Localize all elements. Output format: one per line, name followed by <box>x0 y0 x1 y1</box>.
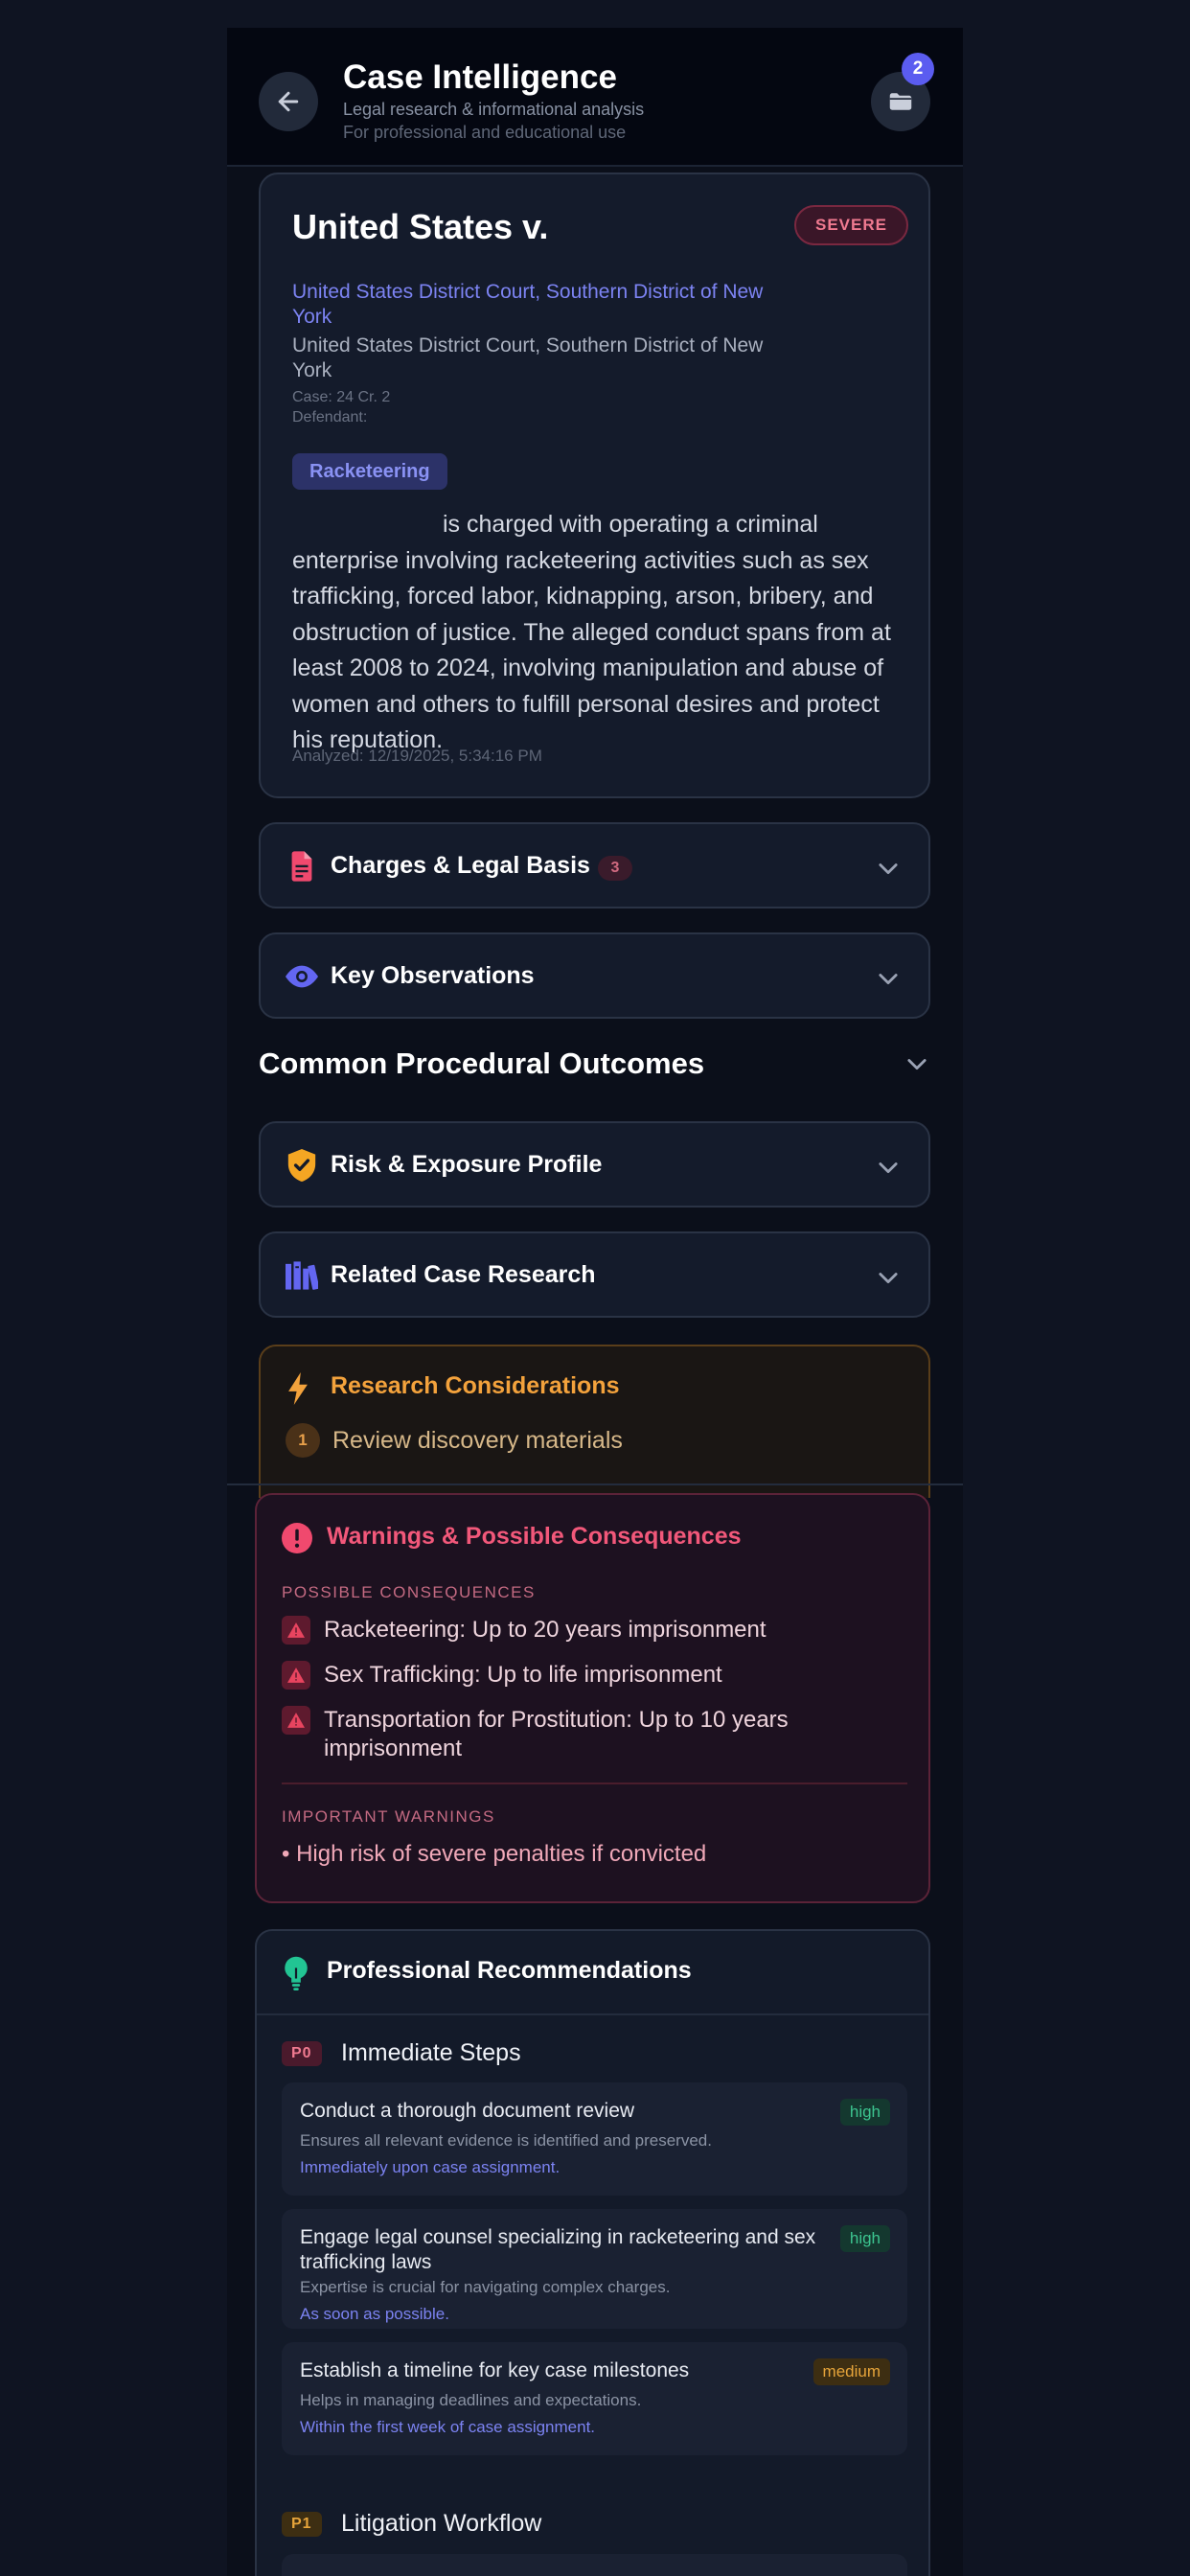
case-number: Case: 24 Cr. 2 <box>292 389 391 405</box>
recommendation-description: Expertise is crucial for navigating comp… <box>300 2278 671 2296</box>
divider <box>282 1782 907 1784</box>
back-button[interactable] <box>259 72 318 131</box>
shield-check-icon <box>286 1149 318 1182</box>
eye-icon <box>286 960 318 993</box>
consequences-heading: POSSIBLE CONSEQUENCES <box>282 1583 536 1601</box>
chevron-down-icon <box>875 1264 902 1296</box>
recommendation-item[interactable] <box>282 2554 907 2576</box>
section-label: Common Procedural Outcomes <box>259 1046 705 1080</box>
court-link[interactable]: United States District Court, Southern D… <box>292 280 790 330</box>
chevron-down-icon <box>875 1154 902 1185</box>
priority-group-header: P1 Litigation Workflow <box>282 2509 665 2540</box>
defendant-name: Defendant: <box>292 409 368 426</box>
priority-group-header: P0 Immediate Steps <box>282 2038 665 2069</box>
recommendation-item[interactable]: Establish a timeline for key case milest… <box>282 2342 907 2455</box>
warnings-title: Warnings & Possible Consequences <box>327 1523 742 1550</box>
section-label: Key Observations <box>331 962 535 989</box>
priority-pill: P1 <box>282 2512 322 2537</box>
app-screen: Case Intelligence Legal research & infor… <box>227 28 963 2576</box>
recommendations-card: Professional Recommendations P0 Immediat… <box>255 1929 930 2576</box>
app-header: Case Intelligence Legal research & infor… <box>227 28 963 167</box>
section-risk-profile[interactable]: Risk & Exposure Profile <box>259 1121 930 1208</box>
case-title: United States v. <box>292 207 759 247</box>
page-subtitle: Legal research & informational analysis <box>343 100 645 119</box>
list-number: 1 <box>286 1423 320 1458</box>
importance-badge: medium <box>812 2358 890 2385</box>
lightbulb-icon <box>284 1956 309 1995</box>
warning-triangle-icon <box>282 1616 310 1644</box>
chevron-down-icon <box>904 1050 930 1082</box>
priority-pill: P0 <box>282 2041 322 2066</box>
warnings-card: Warnings & Possible Consequences POSSIBL… <box>255 1493 930 1903</box>
document-icon <box>286 850 318 883</box>
section-label: Risk & Exposure Profile <box>331 1151 603 1178</box>
case-summary-card: United States v. SEVERE United States Di… <box>259 172 930 798</box>
research-considerations-card: Research Considerations 1 Review discove… <box>259 1345 930 1498</box>
consequence-item: Racketeering: Up to 20 years imprisonmen… <box>282 1616 914 1646</box>
section-observations[interactable]: Key Observations <box>259 932 930 1019</box>
recommendation-title: Engage legal counsel specializing in rac… <box>300 2226 816 2273</box>
analyzed-timestamp: Analyzed: 12/19/2025, 5:34:16 PM <box>292 747 542 765</box>
section-label: Related Case Research <box>331 1261 596 1288</box>
recommendation-description: Helps in managing deadlines and expectat… <box>300 2391 642 2409</box>
section-label: Charges & Legal Basis <box>331 852 590 879</box>
recommendation-timing: Immediately upon case assignment. <box>300 2158 561 2176</box>
warning-triangle-icon <box>282 1706 310 1735</box>
priority-group-label: Immediate Steps <box>341 2039 521 2066</box>
recommendation-description: Ensures all relevant evidence is identif… <box>300 2131 712 2150</box>
section-charges[interactable]: Charges & Legal Basis 3 <box>259 822 930 908</box>
recommendation-title: Establish a timeline for key case milest… <box>300 2359 690 2381</box>
chevron-down-icon <box>875 965 902 997</box>
important-warnings-heading: IMPORTANT WARNINGS <box>282 1807 495 1826</box>
chevron-down-icon <box>875 855 902 886</box>
page-disclaimer: For professional and educational use <box>343 123 627 142</box>
recommendations-header: Professional Recommendations <box>257 1931 928 2015</box>
warning-triangle-icon <box>282 1661 310 1690</box>
lightning-icon <box>286 1372 310 1410</box>
arrow-left-icon <box>278 91 299 112</box>
charges-count-badge: 3 <box>598 856 632 881</box>
divider <box>227 1484 963 1485</box>
redacted-name <box>292 522 436 532</box>
case-summary: is charged with operating a criminal ent… <box>292 511 891 753</box>
alert-circle-icon <box>282 1523 312 1558</box>
consequence-item: Transportation for Prostitution: Up to 1… <box>282 1706 914 1765</box>
consequence-item: Sex Trafficking: Up to life imprisonment <box>282 1661 914 1691</box>
importance-badge: high <box>839 2099 890 2126</box>
saved-count-badge: 2 <box>902 53 934 85</box>
important-warning-item: • High risk of severe penalties if convi… <box>282 1841 707 1867</box>
section-related-research[interactable]: Related Case Research <box>259 1231 930 1318</box>
page-title: Case Intelligence <box>343 58 617 96</box>
case-type-tag: Racketeering <box>292 453 447 490</box>
recommendation-timing: As soon as possible. <box>300 2305 449 2323</box>
priority-group-label: Litigation Workflow <box>341 2510 542 2537</box>
recommendation-item[interactable]: Conduct a thorough document review Ensur… <box>282 2082 907 2196</box>
books-icon <box>286 1259 318 1292</box>
redacted-name <box>548 229 759 239</box>
court-name: United States District Court, Southern D… <box>292 334 764 381</box>
research-item: Review discovery materials <box>332 1427 623 1454</box>
recommendations-title: Professional Recommendations <box>327 1957 692 1984</box>
folder-icon <box>889 93 912 110</box>
importance-badge: high <box>839 2225 890 2252</box>
recommendation-item[interactable]: Engage legal counsel specializing in rac… <box>282 2209 907 2329</box>
severity-badge: SEVERE <box>794 205 908 245</box>
recommendation-title: Conduct a thorough document review <box>300 2100 635 2122</box>
section-procedural-outcomes[interactable]: Common Procedural Outcomes <box>259 1039 930 1087</box>
research-title: Research Considerations <box>331 1372 620 1399</box>
recommendation-timing: Within the first week of case assignment… <box>300 2418 596 2436</box>
